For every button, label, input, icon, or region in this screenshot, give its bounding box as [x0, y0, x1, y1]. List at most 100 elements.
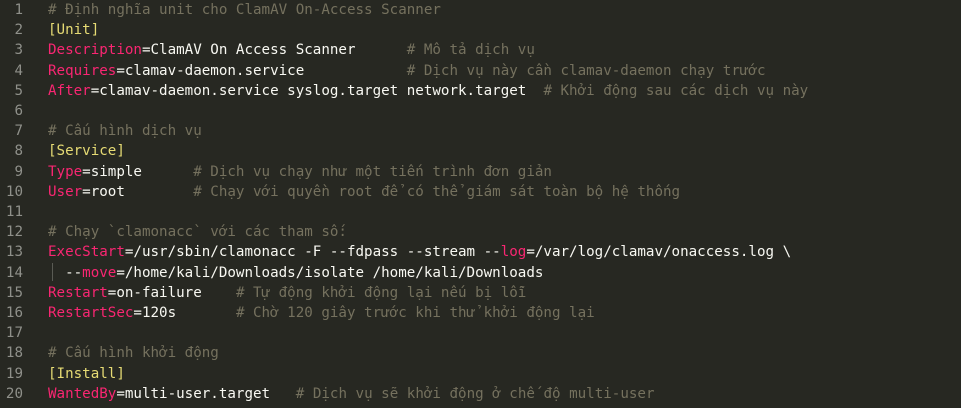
line-number: 1	[14, 2, 23, 18]
line-text: Description=ClamAV On Access Scanner # M…	[48, 40, 535, 60]
config-key: RestartSec	[48, 305, 134, 321]
line-number: 15	[5, 284, 23, 301]
equals-sign: =	[526, 244, 535, 261]
code-line[interactable]: 12 # Chạy `clamonacc` với các tham số:	[0, 222, 961, 242]
code-line[interactable]: 9 Type=simple # Dịch vụ chạy như một tiến…	[0, 162, 961, 182]
line-number: 7	[14, 123, 23, 140]
line-number: 20	[5, 385, 23, 402]
equals-sign: =	[116, 264, 125, 281]
equals-sign: =	[116, 62, 125, 79]
config-key: User	[48, 183, 83, 200]
code-line[interactable]: 11	[0, 202, 961, 222]
line-number: 12	[5, 224, 23, 241]
config-value: clamav-daemon.service	[124, 62, 407, 79]
line-number: 14	[5, 264, 23, 281]
config-value: simple	[90, 163, 194, 180]
line-number: 11	[5, 204, 23, 220]
code-comment: # Chờ 120 giây trước khi thử khởi động l…	[235, 305, 595, 321]
line-text: WantedBy=multi-user.target # Dịch vụ sẽ …	[48, 384, 654, 404]
code-line[interactable]: 6	[0, 101, 961, 121]
line-number: 3	[14, 42, 23, 59]
line-text: ExecStart = /usr/sbin/clamonacc -F --fdpas…	[48, 242, 791, 262]
code-comment: # Dịch vụ này cần clamav-daemon chạy trư…	[406, 62, 766, 79]
code-line[interactable]: 8 [Service]	[0, 141, 961, 161]
config-key: Type	[48, 163, 83, 180]
option-prefix: --	[48, 264, 83, 281]
config-key: ExecStart	[48, 244, 125, 261]
config-value: ClamAV On Access Scanner	[150, 42, 407, 59]
line-text: User=root # Chạy với quyền root để có th…	[48, 182, 680, 202]
config-value: /var/log/clamav/onaccess.log \	[534, 244, 792, 261]
config-value: /usr/sbin/clamonacc -F --fdpass --stream…	[133, 244, 501, 261]
line-number: 18	[5, 345, 23, 362]
line-number: 9	[14, 163, 23, 180]
config-key: WantedBy	[48, 385, 117, 402]
line-number: 5	[14, 82, 23, 99]
equals-sign: =	[82, 163, 91, 180]
line-text: RestartSec=120s # Chờ 120 giây trước khi…	[48, 303, 595, 323]
code-comment: # Khởi động sau các dịch vụ này	[543, 82, 809, 99]
line-text: # Cấu hình khởi động	[48, 343, 219, 363]
code-line[interactable]: 3 Description=ClamAV On Access Scanner # …	[0, 40, 961, 60]
code-line[interactable]: 10 User=root # Chạy với quyền root để có …	[0, 182, 961, 202]
config-value: multi-user.target	[124, 385, 296, 402]
code-line[interactable]: 16 RestartSec=120s # Chờ 120 giây trước k…	[0, 303, 961, 323]
line-number: 6	[14, 103, 23, 119]
config-value: root	[90, 183, 194, 200]
code-comment: # Cấu hình khởi động	[48, 345, 219, 362]
code-line[interactable]: 14 --move=/home/kali/Downloads/isolate /…	[0, 263, 961, 283]
line-text: [Service]	[48, 141, 125, 161]
line-text: # Chạy `clamonacc` với các tham số:	[48, 222, 347, 242]
line-text: After=clamav-daemon.service syslog.targe…	[48, 81, 808, 101]
line-number: 16	[5, 305, 23, 321]
line-number: 13	[5, 244, 23, 261]
code-comment: # Mô tả dịch vụ	[406, 42, 535, 59]
line-text: --move=/home/kali/Downloads/isolate /hom…	[48, 263, 543, 283]
indent-guide	[52, 263, 53, 281]
line-text: Requires=clamav-daemon.service # Dịch vụ…	[48, 61, 766, 81]
code-comment: # Tự động khởi động lại nếu bị lỗi	[235, 284, 527, 301]
config-key: After	[48, 82, 91, 99]
code-editor[interactable]: 1 # Định nghĩa unit cho ClamAV On-Access …	[0, 0, 961, 408]
config-key: Description	[48, 42, 142, 59]
line-number: 19	[5, 365, 23, 382]
code-line[interactable]: 1 # Định nghĩa unit cho ClamAV On-Access …	[0, 0, 961, 20]
line-text: # Cấu hình dịch vụ	[48, 121, 202, 141]
code-comment: # Chạy `clamonacc` với các tham số:	[48, 224, 347, 241]
config-value: on-failure	[116, 284, 236, 301]
equals-sign: =	[116, 385, 125, 402]
code-line[interactable]: 20 WantedBy=multi-user.target # Dịch vụ s…	[0, 384, 961, 404]
config-key: Restart	[48, 284, 108, 301]
code-line[interactable]: 5 After=clamav-daemon.service syslog.targ…	[0, 81, 961, 101]
code-comment: # Chạy với quyền root để có thể giám sát…	[193, 183, 681, 200]
code-line[interactable]: 2 [Unit]	[0, 20, 961, 40]
equals-sign: =	[141, 42, 151, 59]
code-line[interactable]: 19 [Install]	[0, 364, 961, 384]
equals-sign: =	[82, 183, 91, 200]
code-line[interactable]: 17	[0, 323, 961, 343]
config-key: Requires	[48, 62, 117, 79]
equals-sign: =	[90, 82, 100, 99]
config-key: move	[82, 264, 117, 281]
code-comment: # Dịch vụ sẽ khởi động ở chế độ multi-us…	[295, 385, 655, 402]
line-text: # Định nghĩa unit cho ClamAV On-Access S…	[48, 0, 441, 20]
config-value: /home/kali/Downloads/isolate /home/kali/…	[124, 264, 544, 281]
line-text: [Unit]	[48, 20, 99, 40]
config-value: 120s	[141, 305, 236, 321]
section-header: [Install]	[48, 365, 125, 382]
equals-sign: =	[133, 305, 142, 321]
line-number: 8	[14, 143, 23, 160]
line-number: 10	[5, 183, 23, 200]
section-header: [Service]	[48, 143, 125, 160]
code-line[interactable]: 7 # Cấu hình dịch vụ	[0, 121, 961, 141]
code-line[interactable]: 13 ExecStart = /usr/sbin/clamonacc -F --fdp…	[0, 242, 961, 262]
code-line[interactable]: 15 Restart=on-failure # Tự động khởi động…	[0, 283, 961, 303]
code-line[interactable]: 18 # Cấu hình khởi động	[0, 343, 961, 363]
code-line[interactable]: 4 Requires=clamav-daemon.service # Dịch v…	[0, 61, 961, 81]
section-header: [Unit]	[48, 22, 100, 39]
line-number: 4	[14, 62, 23, 79]
line-text: Type=simple # Dịch vụ chạy như một tiến …	[48, 162, 552, 182]
line-text: Restart=on-failure # Tự động khởi động l…	[48, 283, 526, 303]
config-value: clamav-daemon.service syslog.target netw…	[99, 82, 544, 99]
config-key: log	[500, 244, 527, 261]
